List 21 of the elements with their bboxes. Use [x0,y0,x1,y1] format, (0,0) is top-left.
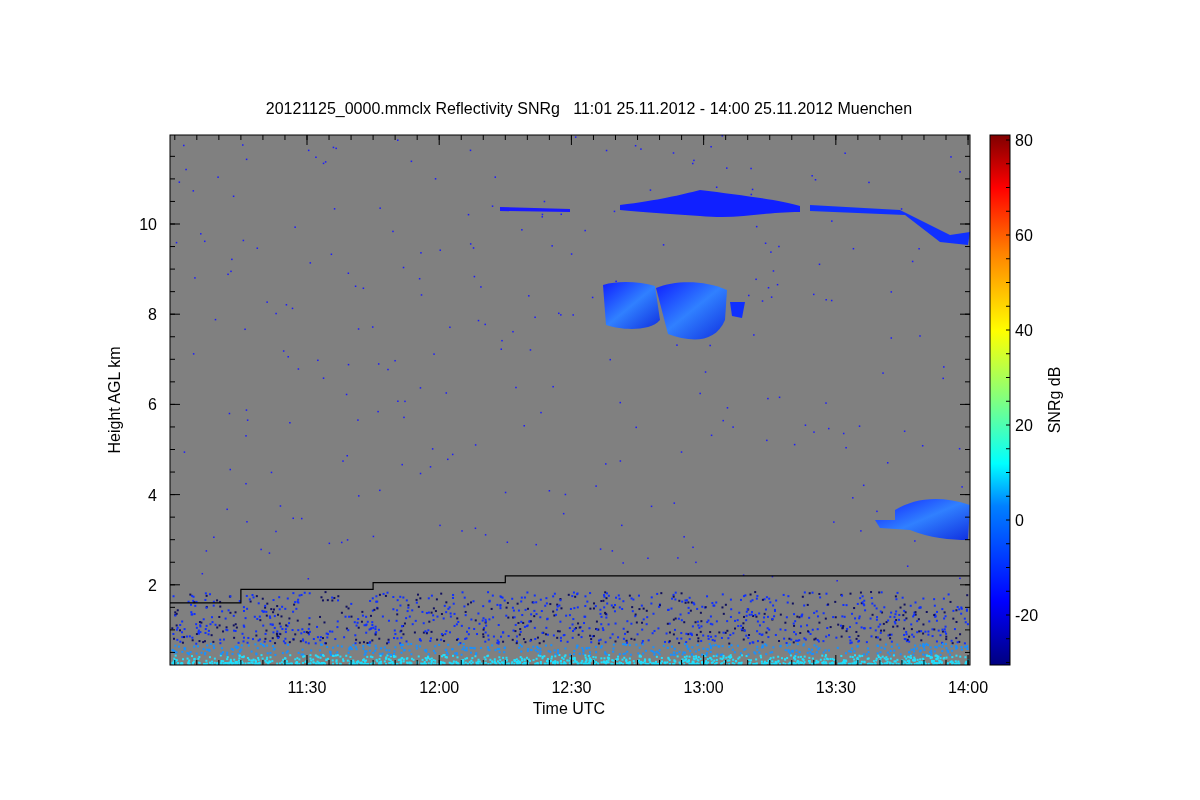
tick-label: -20 [1015,607,1039,624]
tick-label: 11:30 [287,679,327,696]
tick-label: 6 [148,396,157,414]
colorbar-label: SNRg dB [1046,366,1063,434]
tick-label: 12:30 [551,679,592,696]
axis-label: Time UTC [532,700,606,717]
tick-label: 8 [148,306,157,324]
tick-label: 14:00 [948,679,989,696]
tick-label: 12:00 [419,679,460,696]
plot-title: 20121125_0000.mmclx Reflectivity SNRg 11:01 25.11.2012 - 14:00 25.11.2012 Muenchen [265,100,913,117]
axis-label: Height AGL km [106,346,123,454]
tick-label: 4 [148,486,157,504]
tick-label: 10 [139,216,157,233]
tick-label: 0 [1015,512,1024,529]
tick-label: 40 [1015,322,1033,339]
tick-label: 80 [1015,132,1033,149]
tick-label: 2 [148,576,157,594]
tick-label: 13:30 [815,679,856,696]
tick-label: 20 [1015,417,1033,434]
tick-label: 60 [1015,227,1033,244]
tick-label: 13:00 [683,679,724,696]
